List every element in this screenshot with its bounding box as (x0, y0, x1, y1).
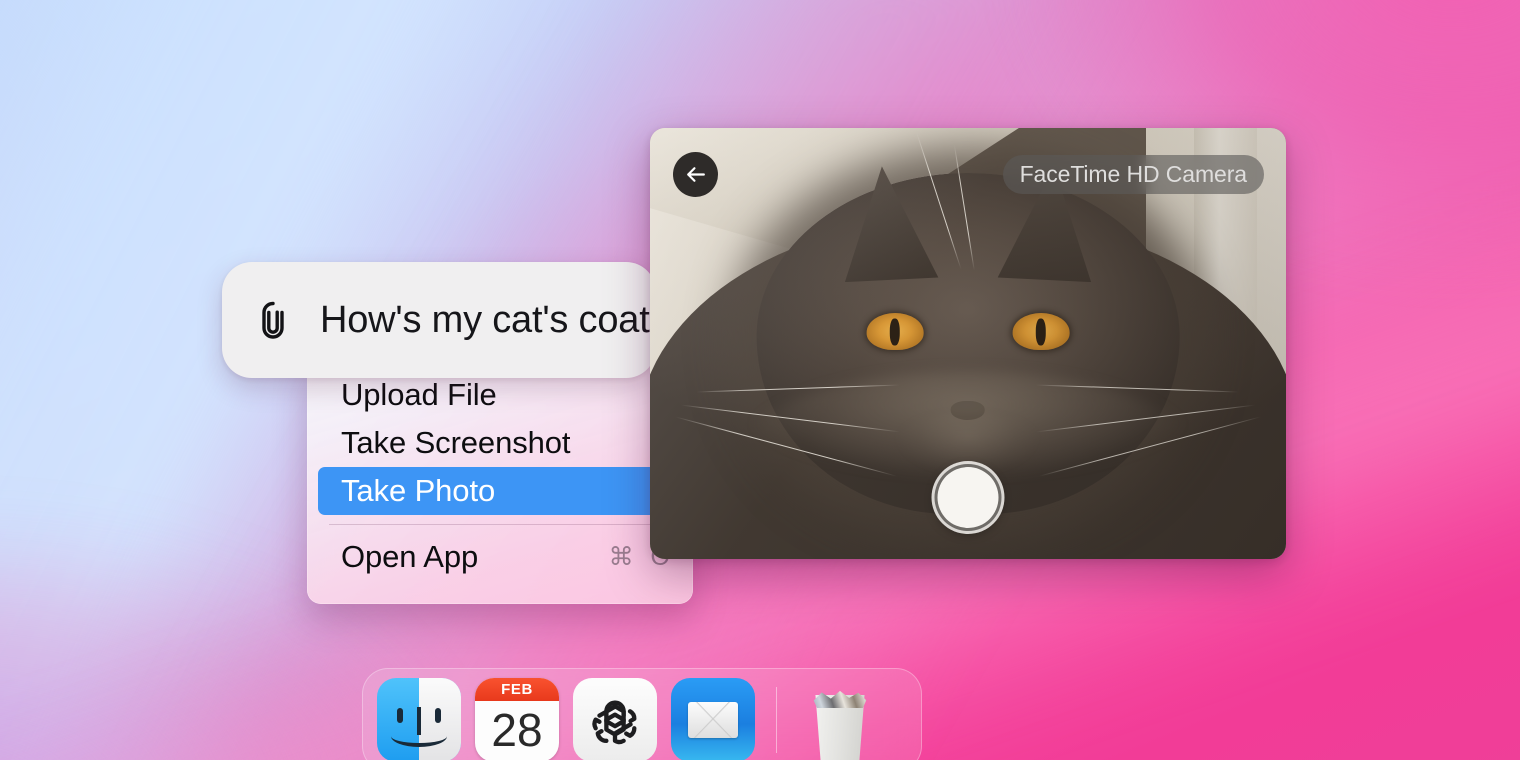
dock-item-chatgpt[interactable] (573, 678, 657, 760)
menu-item-label: Open App (341, 539, 479, 574)
dock-item-finder[interactable] (377, 678, 461, 760)
back-button[interactable] (673, 152, 718, 197)
finder-eye-left (397, 708, 404, 724)
envelope-icon (687, 702, 739, 738)
arrow-left-icon (687, 167, 705, 182)
dock[interactable]: FEB 28 (362, 668, 922, 760)
paperclip-icon[interactable] (250, 297, 296, 343)
camera-device-name: FaceTime HD Camera (1019, 161, 1248, 187)
attachment-menu[interactable]: Upload File Take Screenshot Take Photo O… (307, 357, 693, 604)
menu-item-take-screenshot[interactable]: Take Screenshot (307, 419, 693, 467)
menu-item-take-photo[interactable]: Take Photo (318, 467, 682, 515)
calendar-day: 28 (491, 704, 543, 757)
dock-item-mail[interactable] (671, 678, 755, 760)
finder-smile (391, 725, 447, 747)
camera-capture-window[interactable]: FaceTime HD Camera (650, 128, 1286, 559)
desktop: How's my cat's coat Upload File Take Scr… (0, 0, 1520, 760)
menu-item-open-app[interactable]: Open App ⌘ O (307, 533, 693, 581)
menu-item-label: Upload File (341, 377, 497, 412)
chat-input-bar[interactable]: How's my cat's coat (222, 262, 656, 378)
calendar-month: FEB (475, 678, 559, 701)
chat-input-text[interactable]: How's my cat's coat (320, 299, 650, 342)
menu-item-upload-file[interactable]: Upload File (307, 371, 693, 419)
menu-separator (329, 524, 671, 525)
menu-item-label: Take Screenshot (341, 425, 571, 460)
menu-item-label: Take Photo (341, 473, 496, 508)
dock-item-trash[interactable] (798, 678, 882, 760)
openai-logo-icon (592, 700, 637, 745)
dock-separator (776, 687, 777, 753)
trash-bin-contents (813, 690, 867, 709)
camera-device-label[interactable]: FaceTime HD Camera (1002, 155, 1264, 194)
dock-item-calendar[interactable]: FEB 28 (475, 678, 559, 760)
shutter-button[interactable] (934, 464, 1002, 531)
finder-eye-right (434, 708, 441, 724)
